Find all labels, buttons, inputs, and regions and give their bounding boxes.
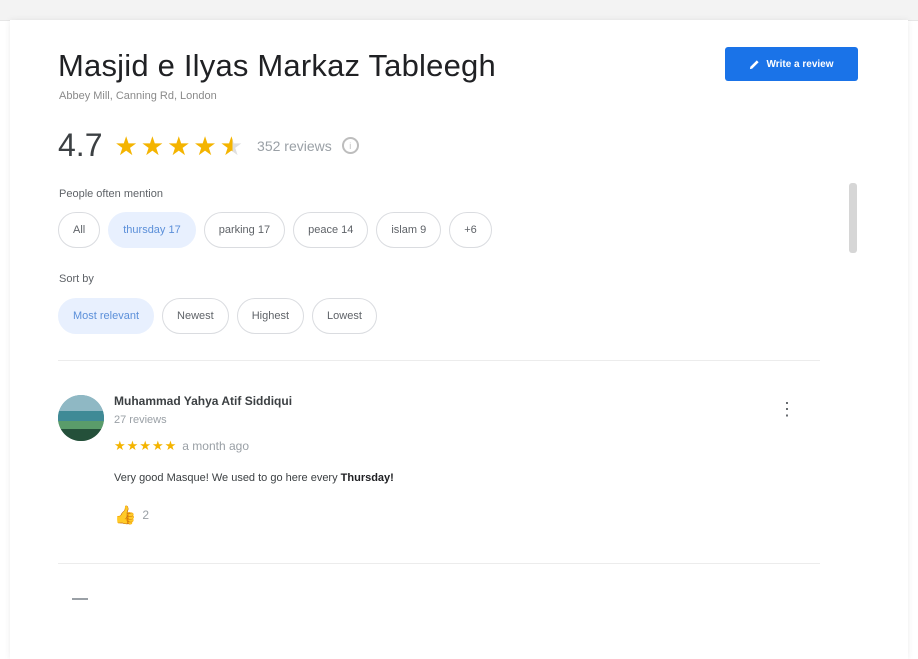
divider — [58, 563, 820, 564]
star-icon: ★ — [114, 438, 126, 453]
mention-chip-islam[interactable]: islam 9 — [376, 212, 442, 248]
sort-highest[interactable]: Highest — [236, 298, 305, 334]
rating-value: 4.7 — [58, 127, 103, 163]
mention-chip-thursday[interactable]: thursday 17 — [108, 212, 196, 248]
like-count: 2 — [142, 508, 150, 522]
review-text-highlight: Thursday! — [340, 472, 394, 484]
info-icon[interactable]: i — [341, 137, 359, 154]
mention-chip-parking[interactable]: parking 17 — [203, 212, 286, 248]
sort-most-relevant[interactable]: Most relevant — [58, 298, 155, 334]
reviewer-meta: 27 reviews — [114, 414, 167, 426]
sort-chips: Most relevant Newest Highest Lowest — [58, 298, 377, 334]
browser-top-strip — [0, 0, 918, 21]
place-title: Masjid e Ilyas Markaz Tableegh — [58, 48, 496, 83]
thumbs-up-icon[interactable]: 👍 — [114, 506, 136, 524]
review-text-body: Very good Masque! We used to go here eve… — [114, 472, 341, 484]
reviewer-name[interactable]: Muhammad Yahya Atif Siddiqui — [114, 394, 292, 408]
avatar[interactable] — [58, 395, 104, 441]
divider — [58, 360, 820, 361]
sort-newest[interactable]: Newest — [162, 298, 229, 334]
write-review-label: Write a review — [766, 58, 834, 70]
review-text: Very good Masque! We used to go here eve… — [114, 472, 394, 484]
star-icon: ★ — [139, 438, 151, 453]
review-date: a month ago — [182, 439, 249, 453]
star-icon: ★ — [164, 438, 177, 453]
rating-stars: ★ ★ ★ ★ ★ — [114, 133, 243, 159]
pencil-icon — [750, 59, 760, 69]
write-review-button[interactable]: Write a review — [725, 47, 858, 81]
sort-lowest[interactable]: Lowest — [312, 298, 377, 334]
more-options-icon[interactable]: ⋮ — [778, 400, 796, 418]
mention-chips: All thursday 17 parking 17 peace 14 isla… — [58, 212, 492, 248]
mentions-label: People often mention — [59, 188, 163, 200]
mention-chip-peace[interactable]: peace 14 — [293, 212, 369, 248]
review-count[interactable]: 352 reviews — [257, 138, 332, 154]
rating-summary: 4.7 ★ ★ ★ ★ ★ 352 reviews i — [58, 127, 359, 164]
place-address: Abbey Mill, Canning Rd, London — [59, 90, 217, 102]
avatar-image — [58, 395, 104, 441]
mention-chip-more[interactable]: +6 — [449, 212, 492, 248]
star-icon: ★ — [151, 438, 164, 453]
mention-chip-all[interactable]: All — [58, 212, 101, 248]
half-star-icon: ★ — [219, 130, 244, 161]
scrollbar-thumb[interactable] — [849, 183, 857, 253]
next-review-dash — [72, 598, 88, 600]
star-icon: ★ — [140, 130, 165, 161]
star-icon: ★ — [114, 130, 138, 161]
star-icon: ★ — [193, 130, 217, 161]
review-rating-row: ★ ★ ★ ★ ★ a month ago — [114, 438, 249, 454]
sort-label: Sort by — [59, 273, 94, 285]
review-stars: ★ ★ ★ ★ ★ — [114, 438, 176, 454]
like-row: 👍 2 — [114, 506, 149, 524]
star-icon: ★ — [126, 438, 139, 453]
star-icon: ★ — [167, 130, 191, 161]
